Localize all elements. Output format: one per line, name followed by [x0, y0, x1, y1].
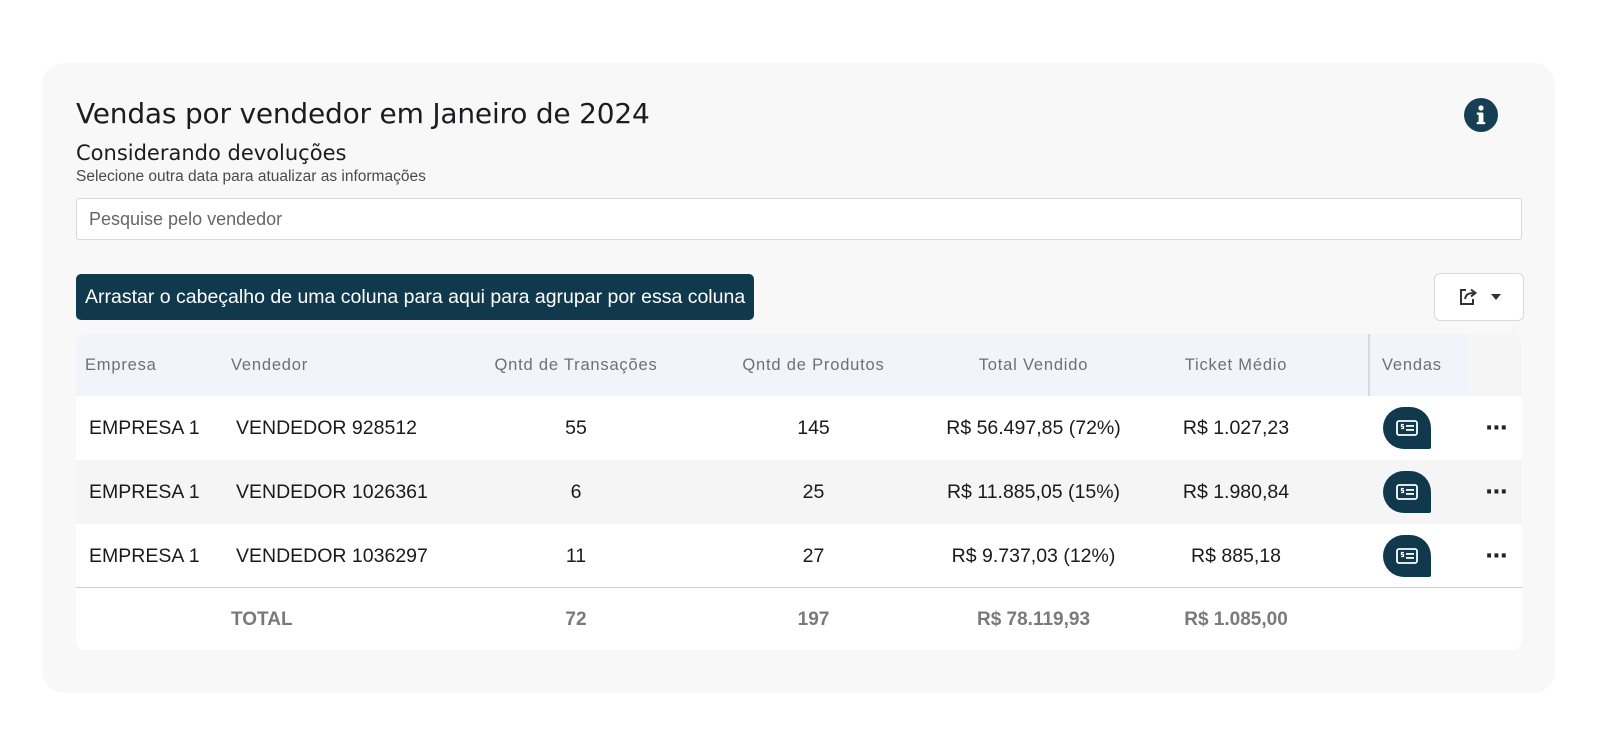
more-icon: ⋯ — [1485, 415, 1509, 440]
date-hint: Selecione outra data para atualizar as i… — [76, 168, 426, 185]
page-subtitle: Considerando devoluções — [76, 141, 347, 165]
column-header-vendedor[interactable]: Vendedor — [231, 334, 308, 396]
cell-total: R$ 56.497,85 (72%) — [946, 416, 1121, 439]
cell-empresa: EMPRESA 1 — [89, 416, 200, 439]
info-button[interactable] — [1464, 98, 1498, 132]
table-row: EMPRESA 1 VENDEDOR 1026361 6 25 R$ 11.88… — [76, 460, 1522, 524]
cell-empresa: EMPRESA 1 — [89, 480, 200, 503]
row-actions-menu[interactable]: ⋯ — [1477, 460, 1517, 524]
group-by-label: Arrastar o cabeçalho de uma coluna para … — [85, 285, 746, 308]
cell-ticket: R$ 885,18 — [1191, 544, 1281, 567]
column-header-transacoes[interactable]: Qntd de Transações — [456, 334, 696, 396]
search-input[interactable] — [76, 198, 1522, 240]
header-actions-bg — [1467, 334, 1522, 396]
cell-produtos: 25 — [802, 480, 825, 503]
cell-transacoes: 55 — [565, 416, 587, 439]
export-button[interactable] — [1434, 273, 1524, 321]
table-row: EMPRESA 1 VENDEDOR 928512 55 145 R$ 56.4… — [76, 396, 1522, 460]
page-title: Vendas por vendedor em Janeiro de 2024 — [76, 97, 650, 130]
view-sales-button[interactable] — [1383, 471, 1431, 513]
column-header-vendas[interactable]: Vendas — [1382, 334, 1442, 396]
cell-vendedor: VENDEDOR 1036297 — [236, 544, 428, 567]
column-header-empresa[interactable]: Empresa — [85, 334, 157, 396]
total-ticket: R$ 1.085,00 — [1184, 608, 1288, 630]
receipt-icon — [1396, 548, 1418, 564]
total-vendido: R$ 78.119,93 — [976, 608, 1091, 630]
group-by-panel[interactable]: Arrastar o cabeçalho de uma coluna para … — [76, 274, 755, 320]
view-sales-button[interactable] — [1383, 407, 1431, 449]
more-icon: ⋯ — [1485, 479, 1509, 504]
sales-card: Vendas por vendedor em Janeiro de 2024 C… — [42, 63, 1555, 693]
cell-produtos: 27 — [802, 544, 825, 567]
row-actions-menu[interactable]: ⋯ — [1477, 396, 1517, 460]
cell-vendedor: VENDEDOR 928512 — [236, 416, 418, 439]
cell-total: R$ 9.737,03 (12%) — [951, 544, 1116, 567]
column-header-total[interactable]: Total Vendido — [931, 334, 1136, 396]
cell-produtos: 145 — [797, 416, 830, 439]
view-sales-button[interactable] — [1383, 535, 1431, 577]
cell-transacoes: 11 — [565, 544, 587, 567]
row-actions-menu[interactable]: ⋯ — [1477, 524, 1517, 588]
total-produtos: 197 — [797, 608, 830, 630]
receipt-icon — [1396, 420, 1418, 436]
receipt-icon — [1396, 484, 1418, 500]
table-row: EMPRESA 1 VENDEDOR 1036297 11 27 R$ 9.73… — [76, 524, 1522, 588]
cell-ticket: R$ 1.980,84 — [1182, 480, 1290, 503]
chevron-down-icon — [1491, 294, 1501, 300]
cell-transacoes: 6 — [570, 480, 582, 503]
column-header-produtos[interactable]: Qntd de Produtos — [696, 334, 931, 396]
total-label: TOTAL — [231, 608, 293, 630]
totals-row: TOTAL 72 197 R$ 78.119,93 R$ 1.085,00 — [76, 587, 1522, 650]
export-icon — [1460, 288, 1478, 305]
info-icon — [1476, 105, 1486, 125]
cell-ticket: R$ 1.027,23 — [1182, 416, 1290, 439]
sales-table: Empresa Vendedor Qntd de Transações Qntd… — [76, 334, 1522, 650]
more-icon: ⋯ — [1485, 543, 1509, 568]
cell-total: R$ 11.885,05 (15%) — [946, 480, 1121, 503]
total-transacoes: 72 — [565, 608, 587, 630]
cell-empresa: EMPRESA 1 — [89, 544, 200, 567]
column-header-ticket[interactable]: Ticket Médio — [1136, 334, 1336, 396]
cell-vendedor: VENDEDOR 1026361 — [236, 480, 428, 503]
column-resize-handle[interactable] — [1368, 334, 1370, 396]
